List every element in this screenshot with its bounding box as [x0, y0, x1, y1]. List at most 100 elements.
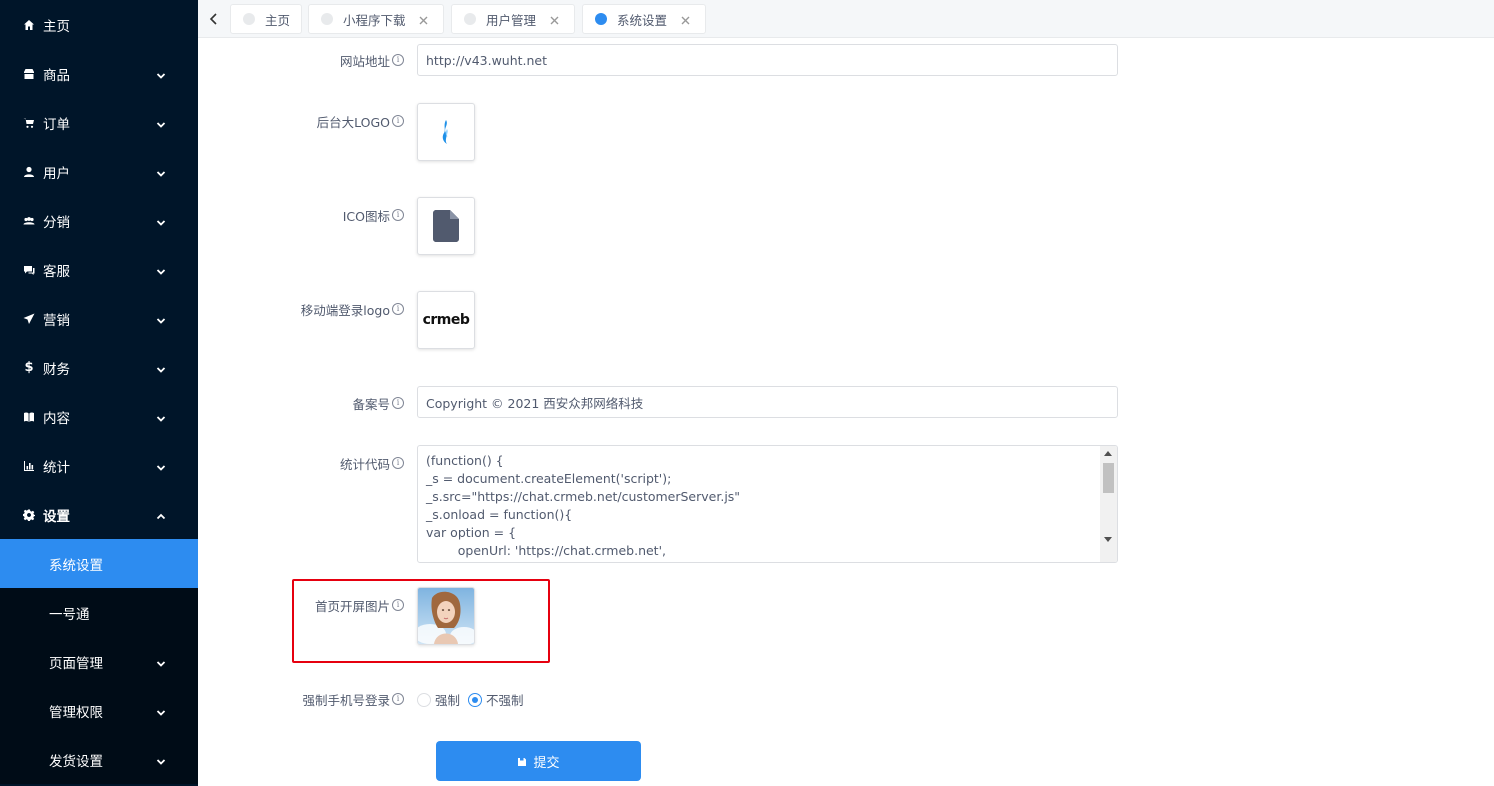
file-icon — [433, 210, 459, 242]
sidebar-item-label: 统计 — [43, 459, 70, 476]
sidebar-item-stats[interactable]: 统计 — [0, 441, 198, 490]
scroll-down-arrow[interactable] — [1104, 537, 1112, 542]
tab-label: 系统设置 — [617, 12, 668, 28]
sidebar-subitem-permissions[interactable]: 管理权限 — [0, 686, 198, 735]
sidebar-item-products[interactable]: 商品 — [0, 49, 198, 98]
flame-logo-icon — [442, 120, 448, 144]
scroll-thumb[interactable] — [1103, 463, 1114, 493]
chevron-down-icon — [156, 412, 166, 422]
force-phone-label: 强制手机号登录 i — [204, 691, 404, 708]
label-text: 移动端登录logo — [300, 302, 390, 318]
sidebar-item-label: 客服 — [43, 263, 70, 280]
mobile-logo-upload[interactable]: crmeb — [417, 291, 475, 349]
icp-input[interactable]: Copyright © 2021 西安众邦网络科技 — [417, 386, 1118, 418]
chevron-left-icon[interactable] — [204, 9, 222, 29]
sidebar-item-finance[interactable]: $ 财务 — [0, 343, 198, 392]
label-text: 首页开屏图片 — [314, 598, 390, 614]
info-icon[interactable]: i — [392, 115, 404, 127]
sidebar-subitem-label: 管理权限 — [49, 704, 103, 721]
sidebar-item-label: 财务 — [43, 361, 70, 378]
label-text: 网站地址 — [339, 53, 390, 69]
input-value: Copyright © 2021 西安众邦网络科技 — [426, 395, 644, 411]
save-icon — [517, 756, 527, 766]
gear-icon — [22, 508, 36, 522]
code-line: (function() { — [426, 453, 504, 468]
sidebar-item-label: 内容 — [43, 410, 70, 427]
splash-image-label: 首页开屏图片 i — [204, 597, 404, 614]
radio-label: 强制 — [435, 693, 461, 708]
textarea-scrollbar[interactable] — [1100, 446, 1117, 562]
info-icon[interactable]: i — [392, 599, 404, 611]
splash-image-thumbnail — [418, 588, 474, 644]
code-line: var option = { — [426, 525, 517, 540]
sidebar: 主页 商品 订单 用户 分销 客服 营销 $ 财务 内容 统计 设置 系统设置 … — [0, 0, 198, 786]
info-icon[interactable]: i — [392, 397, 404, 409]
icp-label: 备案号 i — [204, 395, 404, 412]
chevron-down-icon — [156, 216, 166, 226]
tab-user-management[interactable]: 用户管理 — [451, 4, 575, 34]
info-icon[interactable]: i — [392, 209, 404, 221]
sidebar-item-label: 商品 — [43, 67, 70, 84]
chevron-up-icon — [156, 510, 166, 520]
close-icon[interactable] — [681, 13, 693, 25]
sidebar-item-content[interactable]: 内容 — [0, 392, 198, 441]
group-icon — [22, 214, 36, 228]
chevron-down-icon — [156, 265, 166, 275]
admin-logo-upload[interactable] — [417, 103, 475, 161]
sidebar-subitem-label: 系统设置 — [49, 557, 103, 574]
sidebar-subitem-label: 一号通 — [49, 606, 90, 623]
sidebar-item-label: 分销 — [43, 214, 70, 231]
submit-button[interactable]: 提交 — [436, 741, 641, 781]
radio-circle[interactable] — [468, 692, 483, 707]
tab-status-dot — [595, 13, 607, 25]
submit-label: 提交 — [533, 755, 560, 771]
radio-not-force[interactable]: 不强制 — [468, 690, 524, 709]
sidebar-item-home[interactable]: 主页 — [0, 0, 198, 49]
close-icon[interactable] — [550, 13, 562, 25]
tab-miniprogram-download[interactable]: 小程序下载 — [308, 4, 444, 34]
label-text: 强制手机号登录 — [302, 692, 390, 708]
sidebar-subitem-page-management[interactable]: 页面管理 — [0, 637, 198, 686]
tab-label: 用户管理 — [486, 12, 537, 28]
user-icon — [22, 165, 36, 179]
home-icon — [22, 18, 36, 32]
sidebar-item-marketing[interactable]: 营销 — [0, 294, 198, 343]
scroll-up-arrow[interactable] — [1104, 451, 1112, 456]
sidebar-subitem-yihaotong[interactable]: 一号通 — [0, 588, 198, 637]
send-icon — [22, 312, 36, 326]
chevron-down-icon — [156, 657, 166, 667]
label-text: ICO图标 — [342, 208, 390, 224]
sidebar-subitem-system-settings[interactable]: 系统设置 — [0, 539, 198, 588]
info-icon[interactable]: i — [392, 54, 404, 66]
sidebar-item-label: 主页 — [43, 18, 70, 35]
close-icon[interactable] — [419, 13, 431, 25]
radio-circle[interactable] — [417, 692, 431, 707]
info-icon[interactable]: i — [392, 303, 404, 315]
info-icon[interactable]: i — [392, 457, 404, 469]
chevron-down-icon — [156, 706, 166, 716]
info-icon[interactable]: i — [392, 693, 404, 705]
tab-label: 小程序下载 — [343, 12, 406, 28]
sidebar-item-settings[interactable]: 设置 — [0, 490, 198, 539]
code-line: _s = document.createElement('script'); — [426, 471, 672, 486]
stats-code-label: 统计代码 i — [204, 455, 404, 472]
tab-home[interactable]: 主页 — [230, 4, 302, 34]
label-text: 统计代码 — [339, 456, 390, 472]
tab-status-dot — [321, 13, 333, 25]
sidebar-item-label: 用户 — [43, 165, 70, 182]
sidebar-item-service[interactable]: 客服 — [0, 245, 198, 294]
tab-bar: 主页 小程序下载 用户管理 系统设置 — [198, 0, 1494, 38]
sidebar-item-orders[interactable]: 订单 — [0, 98, 198, 147]
tab-system-settings[interactable]: 系统设置 — [582, 4, 706, 34]
ico-upload[interactable] — [417, 197, 475, 255]
sidebar-subitem-shipping[interactable]: 发货设置 — [0, 735, 198, 784]
sidebar-item-users[interactable]: 用户 — [0, 147, 198, 196]
site-url-input[interactable]: http://v43.wuht.net — [417, 44, 1118, 76]
sidebar-item-distribution[interactable]: 分销 — [0, 196, 198, 245]
splash-image-upload[interactable] — [417, 587, 475, 645]
stats-code-textarea[interactable]: (function() { _s = document.createElemen… — [417, 445, 1118, 563]
tab-status-dot — [243, 13, 255, 25]
label-text: 备案号 — [352, 396, 390, 412]
admin-logo-label: 后台大LOGO i — [204, 113, 404, 130]
radio-force[interactable]: 强制 — [417, 690, 460, 709]
